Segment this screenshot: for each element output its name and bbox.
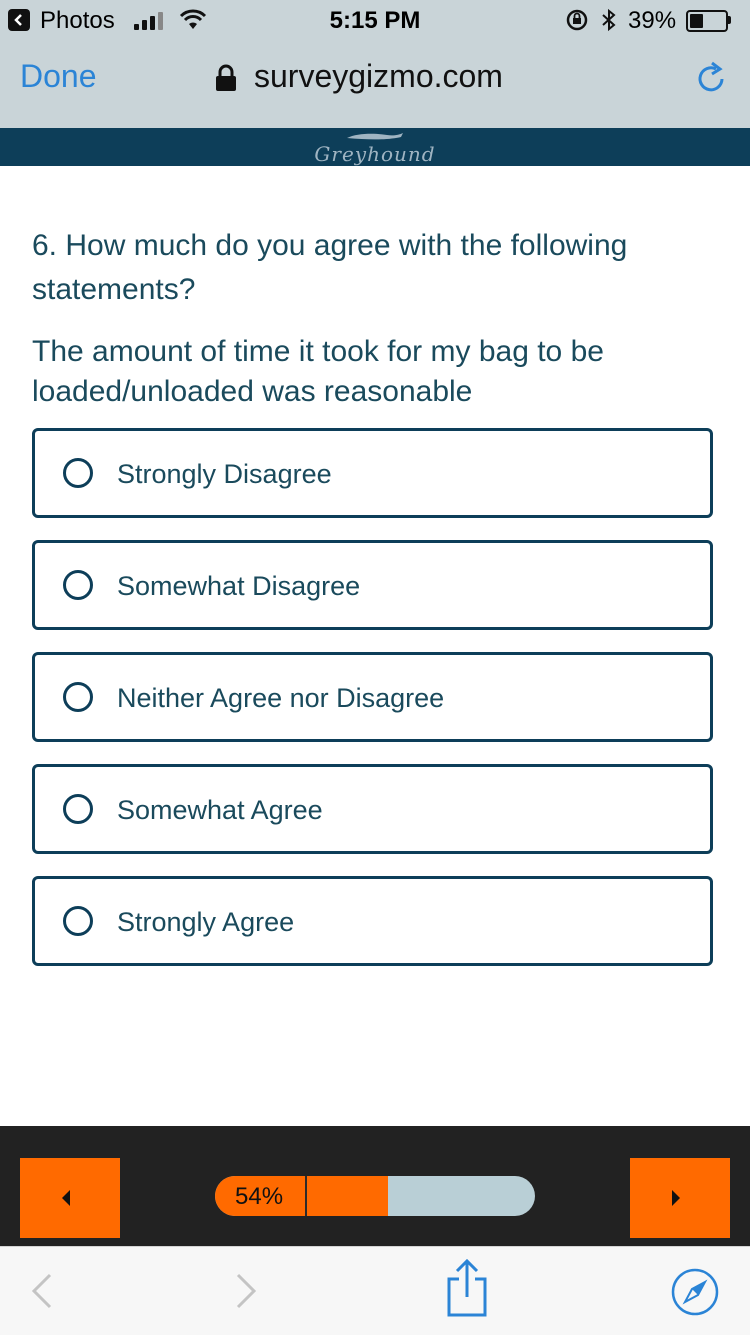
option-somewhat-disagree[interactable]: Somewhat Disagree (32, 540, 713, 630)
option-label: Somewhat Agree (117, 795, 323, 825)
url-address[interactable]: surveygizmo.com (254, 58, 503, 95)
rotation-lock-icon (566, 9, 588, 31)
browser-toolbar (0, 1246, 750, 1335)
progress-divider (305, 1176, 307, 1216)
next-page-button[interactable] (630, 1158, 730, 1238)
greyhound-logo: Greyhound (0, 132, 750, 166)
survey-navigation: 54% (0, 1126, 750, 1246)
progress-label: 54% (235, 1183, 284, 1210)
caret-right-icon (672, 1190, 680, 1206)
radio-button[interactable] (63, 794, 93, 824)
battery-tip (728, 16, 731, 24)
option-neither[interactable]: Neither Agree nor Disagree (32, 652, 713, 742)
share-icon[interactable] (445, 1259, 489, 1317)
reload-icon[interactable] (692, 60, 730, 98)
option-label: Strongly Agree (117, 907, 295, 937)
previous-page-button[interactable] (20, 1158, 120, 1238)
done-button[interactable]: Done (20, 58, 97, 95)
chevron-left-icon[interactable] (30, 1271, 54, 1311)
lock-icon (216, 64, 236, 91)
bluetooth-icon (602, 8, 616, 32)
radio-button[interactable] (63, 682, 93, 712)
compass-icon[interactable] (670, 1267, 720, 1317)
option-label: Strongly Disagree (117, 459, 332, 489)
statement-text: The amount of time it took for my bag to… (32, 335, 604, 408)
battery-percent: 39% (628, 7, 677, 34)
option-strongly-agree[interactable]: Strongly Agree (32, 876, 713, 966)
question-title: 6. How much do you agree with the follow… (32, 229, 628, 306)
option-label: Somewhat Disagree (117, 571, 361, 601)
chevron-right-icon[interactable] (234, 1271, 258, 1311)
battery-icon (686, 10, 728, 32)
radio-button[interactable] (63, 570, 93, 600)
option-somewhat-agree[interactable]: Somewhat Agree (32, 764, 713, 854)
radio-button[interactable] (63, 458, 93, 488)
status-bar: Photos 5:15 PM 39% (0, 0, 750, 40)
progress-bar: 54% (215, 1176, 535, 1216)
radio-button[interactable] (63, 906, 93, 936)
option-label: Neither Agree nor Disagree (117, 683, 445, 713)
browser-header: Done surveygizmo.com (0, 40, 750, 128)
caret-left-icon (62, 1190, 70, 1206)
brand-logo-text: Greyhound (314, 142, 436, 166)
option-strongly-disagree[interactable]: Strongly Disagree (32, 428, 713, 518)
brand-banner: Greyhound (0, 128, 750, 166)
